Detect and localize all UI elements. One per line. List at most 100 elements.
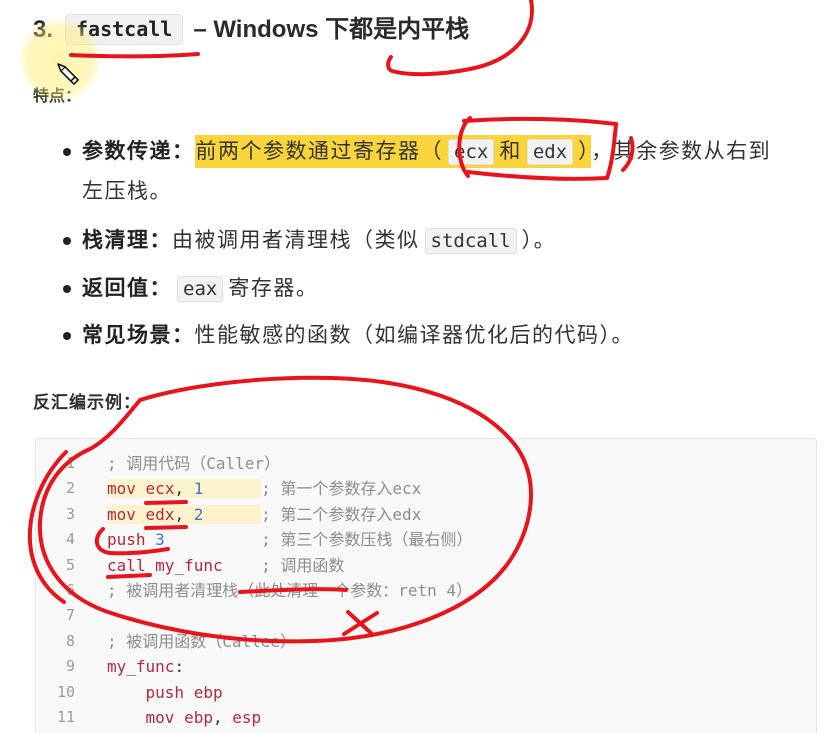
bullet-dot (63, 284, 71, 293)
code-instruction: mov ebp, esp (107, 707, 262, 727)
list-item-text: 由被调用者清理栈（类似 (172, 229, 420, 252)
code-block[interactable]: 1 ; 调用代码（Caller） 2 mov ecx, 1 ; 第一个参数存入ecx 3… (35, 438, 817, 733)
code-token-instruction: push (107, 530, 146, 550)
code-token-register: esp (232, 707, 262, 727)
list-item-cleanup: 栈清理：由被调用者清理栈（类似 stdcall）。 (63, 221, 557, 261)
code-comment: ; 第三个参数压栈（最右侧） (261, 530, 473, 550)
section-heading: 3. fastcall – Windows 下都是内平栈 (33, 12, 469, 48)
code-token-number: 3 (155, 530, 165, 550)
code-text: push 3 ; 第三个参数压栈（最右侧） (107, 527, 472, 552)
bullet-dot (63, 236, 71, 245)
line-number: 9 (65, 657, 75, 676)
code-token-instruction: push (145, 682, 185, 702)
list-item-label: 栈清理： (82, 229, 172, 252)
code-token-label: my_func (155, 555, 223, 575)
code-token-register: edx (145, 504, 175, 524)
code-token-whitespace (203, 505, 261, 524)
code-token-instruction: mov (145, 707, 175, 727)
line-number: 5 (65, 555, 75, 574)
code-token-whitespace (223, 556, 262, 575)
code-comment: ; 被调用者清理栈（此处清理一个参数：retn 4） (107, 580, 473, 600)
line-number: 2 (65, 479, 75, 498)
code-instruction: mov edx, 2 (107, 504, 262, 524)
code-token-register: ebp (184, 707, 213, 727)
list-item-label: 参数传递： (82, 140, 195, 163)
list-item-text: 寄存器。 (228, 277, 319, 300)
code-line: 7 (36, 603, 816, 628)
code-text: mov ebp, esp (107, 705, 262, 730)
line-number: 1 (65, 454, 75, 472)
code-token-number: 1 (193, 479, 204, 499)
bullet-dot (63, 331, 71, 340)
code-text: ; 被调用者清理栈（此处清理一个参数：retn 4） (107, 578, 472, 603)
code-line: 10 push ebp (36, 680, 816, 705)
code-line: 9 my_func: (36, 654, 816, 679)
code-token-label: my_func (107, 657, 175, 677)
line-number: 10 (56, 682, 75, 701)
code-token-whitespace (146, 530, 156, 549)
list-item-params: 参数传递：前两个参数通过寄存器（ ecx 和 edx ），其余参数从右到左压栈。 (63, 132, 772, 211)
code-token-punctuation: : (174, 657, 185, 677)
code-instruction: my_func: (107, 657, 184, 676)
code-line: 6 ; 被调用者清理栈（此处清理一个参数：retn 4） (36, 578, 816, 603)
code-token-punctuation: , (174, 504, 194, 524)
code-token-whitespace (184, 683, 194, 702)
line-number: 3 (65, 504, 75, 523)
code-text: mov edx, 2 ; 第二个参数存入edx (107, 502, 421, 527)
code-text: ; 调用代码（Caller） (107, 451, 280, 476)
tail-text-line-2: 左压栈。 (82, 180, 172, 203)
code-instruction: call my_func (107, 556, 261, 575)
list-item-use-case: 常见场景：性能敏感的函数（如编译器优化后的代码）。 (63, 316, 634, 355)
heading-title: – Windows 下都是内平栈 (193, 16, 470, 43)
code-instruction: push 3 (107, 530, 261, 549)
code-token-whitespace (107, 683, 146, 702)
code-line: 11 mov ebp, esp (36, 705, 816, 730)
line-number: 4 (65, 530, 75, 549)
code-comment: ; 调用函数 (261, 555, 345, 575)
list-item-text: 性能敏感的函数（如编译器优化后的代码）。 (194, 324, 634, 347)
code-token-instruction: mov (107, 504, 136, 524)
document-body[interactable]: 3. fastcall – Windows 下都是内平栈 特点： 参数传递：前两个参… (0, 0, 837, 733)
example-label: 反汇编示例： (33, 393, 141, 412)
features-label: 特点： (33, 88, 82, 105)
annotation-box-top (462, 116, 618, 126)
annotation-underline-fastcall (69, 52, 200, 59)
code-comment: ; 第一个参数存入ecx (261, 479, 422, 499)
line-number: 6 (65, 580, 75, 599)
list-item-tail: ）。 (521, 229, 557, 252)
code-comment: ; 第二个参数存入edx (261, 504, 422, 524)
inline-code-ecx: ecx (448, 139, 495, 165)
code-token-instruction: mov (107, 479, 136, 499)
code-token-punctuation: , (212, 707, 233, 727)
code-line: 2 mov ecx, 1 ; 第一个参数存入ecx (36, 476, 816, 501)
line-number: 11 (56, 707, 75, 726)
highlighted-text: 前两个参数通过寄存器（ ecx 和 edx） (194, 135, 592, 168)
list-item-label: 返回值： (82, 277, 172, 300)
inline-code-edx: edx (526, 139, 574, 165)
inline-code-stdcall: stdcall (424, 228, 517, 254)
code-token-whitespace (146, 556, 156, 575)
line-number: 7 (65, 606, 75, 625)
code-token-whitespace (174, 708, 184, 727)
inline-code-eax: eax (177, 276, 224, 302)
code-token-whitespace (203, 479, 261, 498)
list-item-label: 常见场景： (82, 324, 195, 347)
code-text: my_func: (107, 654, 184, 679)
code-token-whitespace (136, 505, 146, 524)
tail-text-line-1: ，其余参数从右到 (591, 140, 772, 163)
code-comment: ; 被调用函数（Callee） (107, 631, 297, 651)
highlight-text: 前两个参数通过寄存器（ (195, 140, 443, 163)
code-text: push ebp (107, 680, 223, 705)
heading-inline-code: fastcall (65, 14, 184, 45)
code-line: 3 mov edx, 2 ; 第二个参数存入edx (36, 502, 816, 527)
code-text: call my_func ; 调用函数 (107, 553, 344, 578)
code-instruction: mov ecx, 1 (107, 479, 262, 499)
code-token-instruction: call (107, 555, 146, 575)
list-item-return-value: 返回值： eax 寄存器。 (63, 269, 319, 309)
code-line: 5 call my_func ; 调用函数 (36, 553, 816, 578)
bullet-dot (63, 147, 71, 156)
code-comment: ; 调用代码（Caller） (107, 454, 281, 473)
joiner-text: 和 (499, 140, 522, 163)
code-line: 8 ; 被调用函数（Callee） (36, 629, 816, 654)
code-token-whitespace (107, 708, 146, 727)
